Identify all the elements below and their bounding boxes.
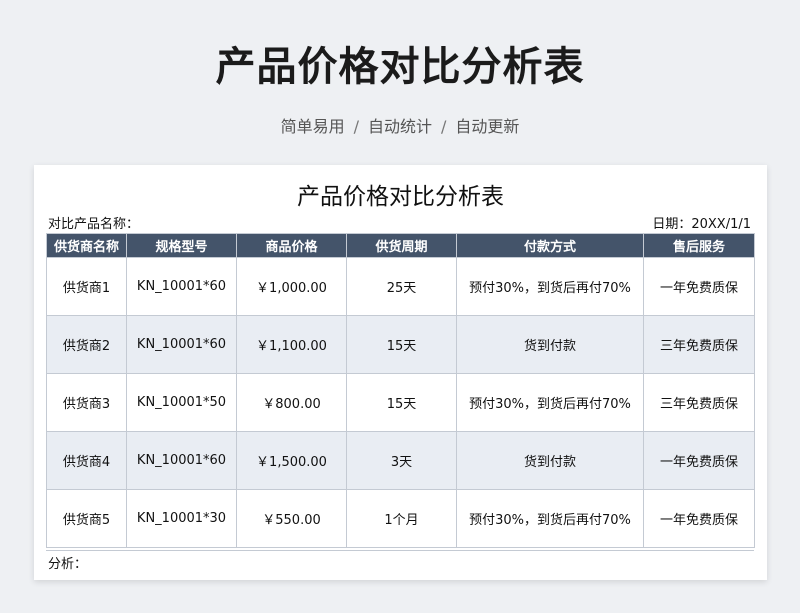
table-cell[interactable]: 一年免费质保 [643, 257, 755, 316]
table-cell[interactable]: ￥550.00 [236, 489, 347, 548]
table-cell[interactable]: 供货商4 [46, 431, 127, 490]
table-cell[interactable]: 供货商3 [46, 373, 127, 432]
table-cell[interactable]: 一年免费质保 [643, 489, 755, 548]
table-cell[interactable]: ￥1,500.00 [236, 431, 347, 490]
spreadsheet-sheet: 产品价格对比分析表 对比产品名称： 日期：20XX/1/1 供货商名称 规格型号… [34, 165, 767, 580]
product-name-label: 对比产品名称： [48, 217, 140, 232]
column-header-after-sales: 售后服务 [643, 233, 755, 258]
subtitle: 简单易用 / 自动统计 / 自动更新 [0, 113, 800, 137]
table-cell[interactable]: 预付30%，到货后再付70% [456, 373, 644, 432]
table-cell[interactable]: 供货商5 [46, 489, 127, 548]
subtitle-part: 简单易用 [280, 117, 345, 136]
table-row: 供货商4 KN_10001*60 ￥1,500.00 3天 货到付款 一年免费质… [46, 431, 755, 490]
table-cell[interactable]: 3天 [346, 431, 457, 490]
column-header-price: 商品价格 [236, 233, 347, 258]
table-cell[interactable]: 一年免费质保 [643, 431, 755, 490]
subtitle-part: 自动更新 [455, 117, 520, 136]
table-cell[interactable]: 货到付款 [456, 315, 644, 374]
table-cell[interactable]: ￥800.00 [236, 373, 347, 432]
table-cell[interactable]: KN_10001*60 [126, 257, 237, 316]
table-cell[interactable]: KN_10001*60 [126, 431, 237, 490]
table-row: 供货商5 KN_10001*30 ￥550.00 1个月 预付30%，到货后再付… [46, 489, 755, 548]
column-header-lead-time: 供货周期 [346, 233, 457, 258]
date-label: 日期：20XX/1/1 [652, 217, 751, 232]
column-header-supplier: 供货商名称 [46, 233, 127, 258]
table-cell[interactable]: 三年免费质保 [643, 373, 755, 432]
page-title: 产品价格对比分析表 [215, 44, 585, 90]
table-cell[interactable]: KN_10001*30 [126, 489, 237, 548]
column-header-model: 规格型号 [126, 233, 237, 258]
subtitle-separator: / [441, 117, 447, 136]
table-cell[interactable]: 货到付款 [456, 431, 644, 490]
table-cell[interactable]: 25天 [346, 257, 457, 316]
table-cell[interactable]: 供货商1 [46, 257, 127, 316]
table-row: 供货商3 KN_10001*50 ￥800.00 15天 预付30%，到货后再付… [46, 373, 755, 432]
table-cell[interactable]: KN_10001*50 [126, 373, 237, 432]
table-cell[interactable]: KN_10001*60 [126, 315, 237, 374]
table-header-row: 供货商名称 规格型号 商品价格 供货周期 付款方式 售后服务 [46, 233, 755, 258]
table-row: 供货商1 KN_10001*60 ￥1,000.00 25天 预付30%，到货后… [46, 257, 755, 316]
table-cell[interactable]: 1个月 [346, 489, 457, 548]
table-cell[interactable]: 供货商2 [46, 315, 127, 374]
table-cell[interactable]: ￥1,100.00 [236, 315, 347, 374]
price-comparison-table: 供货商名称 规格型号 商品价格 供货周期 付款方式 售后服务 供货商1 KN_1… [46, 233, 755, 548]
table-row: 供货商2 KN_10001*60 ￥1,100.00 15天 货到付款 三年免费… [46, 315, 755, 374]
subtitle-separator: / [353, 117, 359, 136]
table-cell[interactable]: 15天 [346, 373, 457, 432]
subtitle-part: 自动统计 [367, 117, 432, 136]
table-cell[interactable]: 预付30%，到货后再付70% [456, 257, 644, 316]
sheet-title: 产品价格对比分析表 [297, 184, 504, 210]
column-header-payment: 付款方式 [456, 233, 644, 258]
table-cell[interactable]: 15天 [346, 315, 457, 374]
table-cell[interactable]: 预付30%，到货后再付70% [456, 489, 644, 548]
analysis-divider [46, 550, 754, 551]
table-cell[interactable]: 三年免费质保 [643, 315, 755, 374]
analysis-label: 分析： [48, 557, 88, 572]
table-cell[interactable]: ￥1,000.00 [236, 257, 347, 316]
